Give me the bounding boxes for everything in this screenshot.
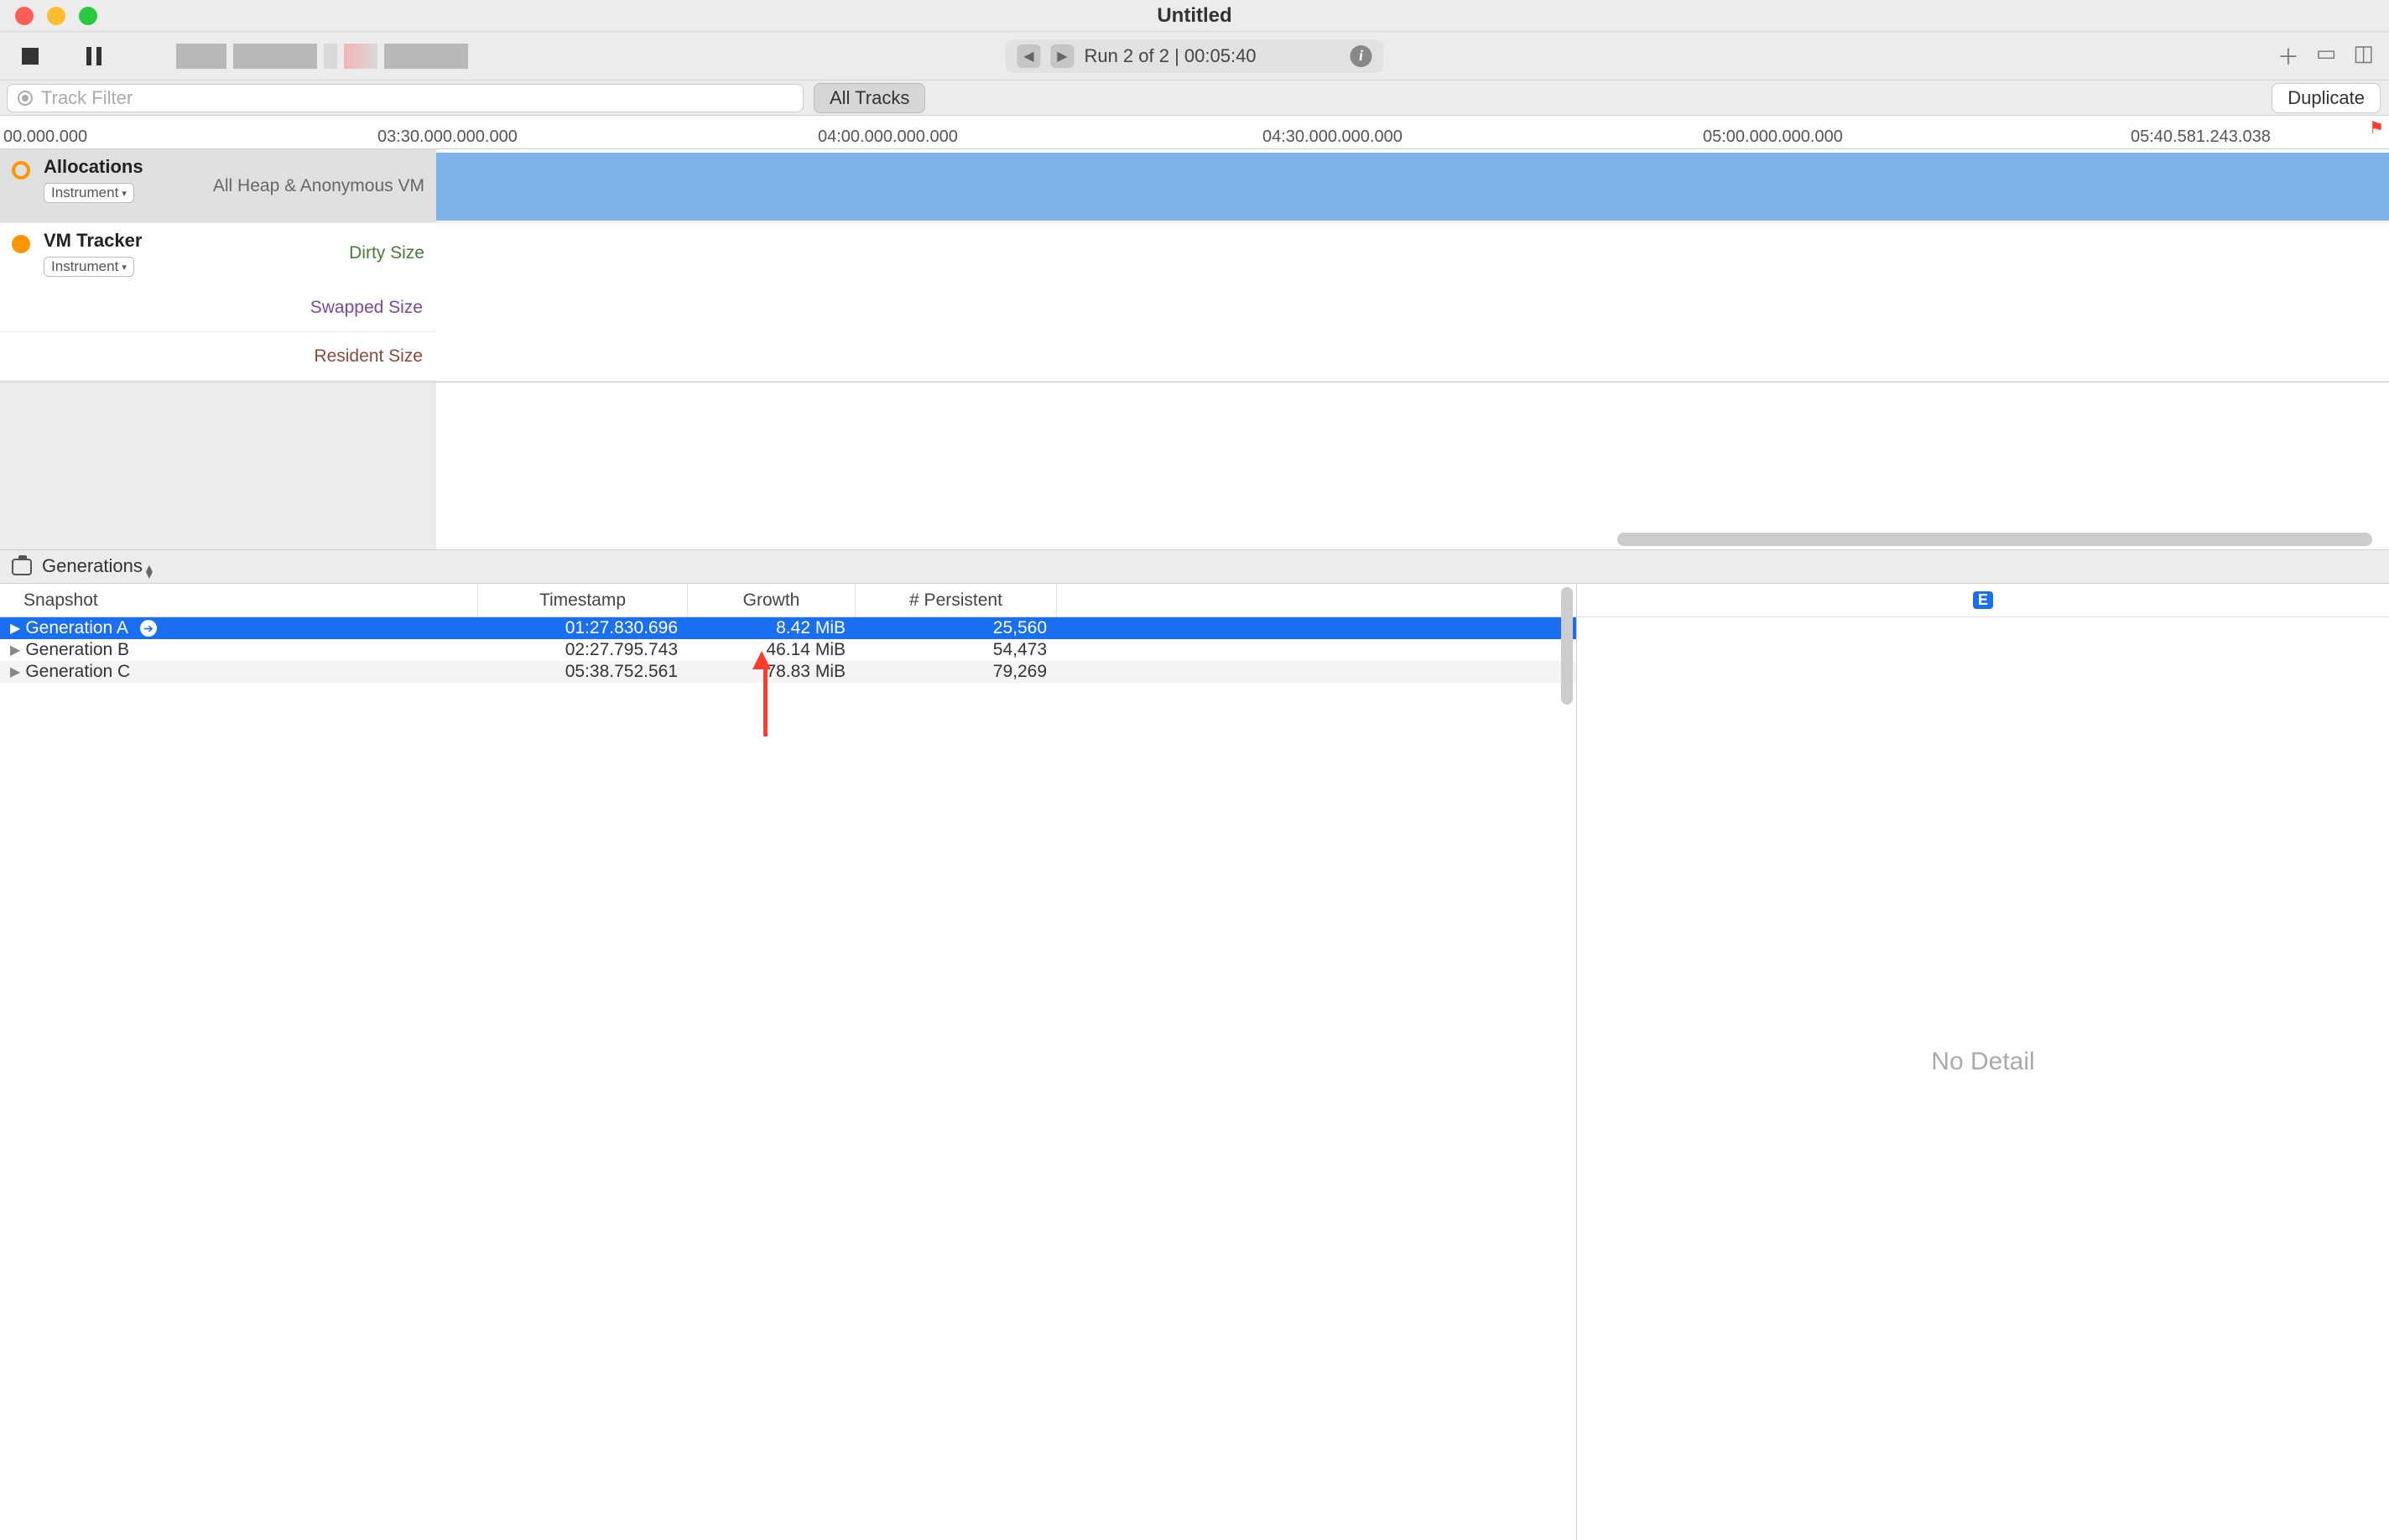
table-header: Snapshot Timestamp Growth # Persistent <box>0 584 1576 617</box>
subtrack-label-resident: Resident Size <box>0 332 436 381</box>
vm-tracker-icon <box>12 235 30 253</box>
filter-icon <box>18 91 33 106</box>
track-filter-input[interactable]: Track Filter <box>7 84 804 112</box>
detail-split: Snapshot Timestamp Growth # Persistent ▶… <box>0 584 2389 1540</box>
column-persistent[interactable]: # Persistent <box>856 584 1057 617</box>
ruler-tick: 04:30.000.000.000 <box>1262 127 1403 147</box>
horizontal-scrollbar[interactable] <box>1617 533 2372 546</box>
table-row[interactable]: ▶Generation B 02:27.795.743 46.14 MiB 54… <box>0 639 1576 661</box>
toolbar: ◀ ▶ Run 2 of 2 | 00:05:40 i ＋ ▭ ◫ <box>0 32 2389 81</box>
detail-pane: E No Detail <box>1577 584 2389 1540</box>
all-tracks-button[interactable]: All Tracks <box>814 83 925 113</box>
timeline-ruler[interactable]: 00.000.000 03:30.000.000.000 04:00.000.0… <box>0 116 2389 149</box>
info-icon[interactable]: i <box>1351 45 1372 67</box>
subtrack-label-dirty: Dirty Size <box>349 243 424 263</box>
instrument-selector[interactable]: Instrument▾ <box>44 183 134 203</box>
go-arrow-icon[interactable]: ➔ <box>140 620 157 637</box>
table-body: ▶Generation A➔ 01:27.830.696 8.42 MiB 25… <box>0 617 1576 1540</box>
window-close-button[interactable] <box>15 7 34 25</box>
stop-button[interactable] <box>15 41 45 71</box>
ruler-tick: 03:30.000.000.000 <box>377 127 518 147</box>
column-snapshot[interactable]: Snapshot <box>0 584 478 617</box>
track-name: Allocations <box>44 156 200 178</box>
no-detail-label: No Detail <box>1931 1048 2034 1076</box>
window-maximize-button[interactable] <box>79 7 97 25</box>
sidebar-toggle-button[interactable]: ◫ <box>2353 40 2374 71</box>
generations-table: Snapshot Timestamp Growth # Persistent ▶… <box>0 584 1577 1540</box>
detail-bar: Generations▴▾ <box>0 550 2389 584</box>
duplicate-button[interactable]: Duplicate <box>2272 83 2381 113</box>
extended-detail-badge[interactable]: E <box>1973 591 1993 609</box>
snapshot-icon <box>12 559 32 575</box>
ruler-tick: 00.000.000 <box>3 127 87 147</box>
disclosure-icon[interactable]: ▶ <box>10 642 20 658</box>
vm-tracker-graph[interactable] <box>436 223 2389 381</box>
table-row[interactable]: ▶Generation A➔ 01:27.830.696 8.42 MiB 25… <box>0 617 1576 639</box>
column-growth[interactable]: Growth <box>688 584 856 617</box>
detail-mode-selector[interactable]: Generations▴▾ <box>42 555 153 579</box>
run-selector: ◀ ▶ Run 2 of 2 | 00:05:40 i <box>1005 39 1383 73</box>
disclosure-icon[interactable]: ▶ <box>10 663 20 680</box>
subtrack-label-swapped: Swapped Size <box>0 284 436 332</box>
table-row[interactable]: ▶Generation C 05:38.752.561 78.83 MiB 79… <box>0 661 1576 683</box>
end-flag-icon: ⚑ <box>2369 117 2384 138</box>
pause-button[interactable] <box>79 41 109 71</box>
prev-run-button[interactable]: ◀ <box>1017 44 1040 68</box>
track-vm-tracker[interactable]: VM Tracker Instrument▾ Dirty Size Swappe… <box>0 223 2389 382</box>
track-sublabel: All Heap & Anonymous VM <box>213 176 424 196</box>
vertical-scrollbar[interactable] <box>1561 587 1573 705</box>
view-button[interactable]: ▭ <box>2316 40 2337 71</box>
trace-minimap[interactable] <box>176 44 468 69</box>
ruler-tick: 05:00.000.000.000 <box>1703 127 1843 147</box>
stop-icon <box>22 48 39 65</box>
add-button[interactable]: ＋ <box>2277 40 2299 71</box>
pause-icon <box>86 47 101 65</box>
ruler-tick: 05:40.581.243.038 <box>2131 127 2271 147</box>
track-name: VM Tracker <box>44 230 336 252</box>
allocations-icon <box>12 161 30 179</box>
tracks-area: Allocations Instrument▾ All Heap & Anony… <box>0 149 2389 382</box>
filter-bar: Track Filter All Tracks Duplicate <box>0 81 2389 116</box>
window-minimize-button[interactable] <box>47 7 65 25</box>
column-timestamp[interactable]: Timestamp <box>478 584 688 617</box>
allocations-graph[interactable] <box>436 149 2389 222</box>
track-filter-placeholder: Track Filter <box>41 87 133 109</box>
track-allocations[interactable]: Allocations Instrument▾ All Heap & Anony… <box>0 149 2389 223</box>
annotation-arrow <box>759 651 771 736</box>
titlebar: Untitled <box>0 0 2389 32</box>
ruler-tick: 04:00.000.000.000 <box>818 127 958 147</box>
run-label: Run 2 of 2 | 00:05:40 <box>1084 45 1256 67</box>
instrument-selector[interactable]: Instrument▾ <box>44 257 134 277</box>
disclosure-icon[interactable]: ▶ <box>10 620 20 637</box>
window-title: Untitled <box>1157 4 1231 28</box>
next-run-button[interactable]: ▶ <box>1050 44 1074 68</box>
timeline-spacer <box>0 382 2389 550</box>
